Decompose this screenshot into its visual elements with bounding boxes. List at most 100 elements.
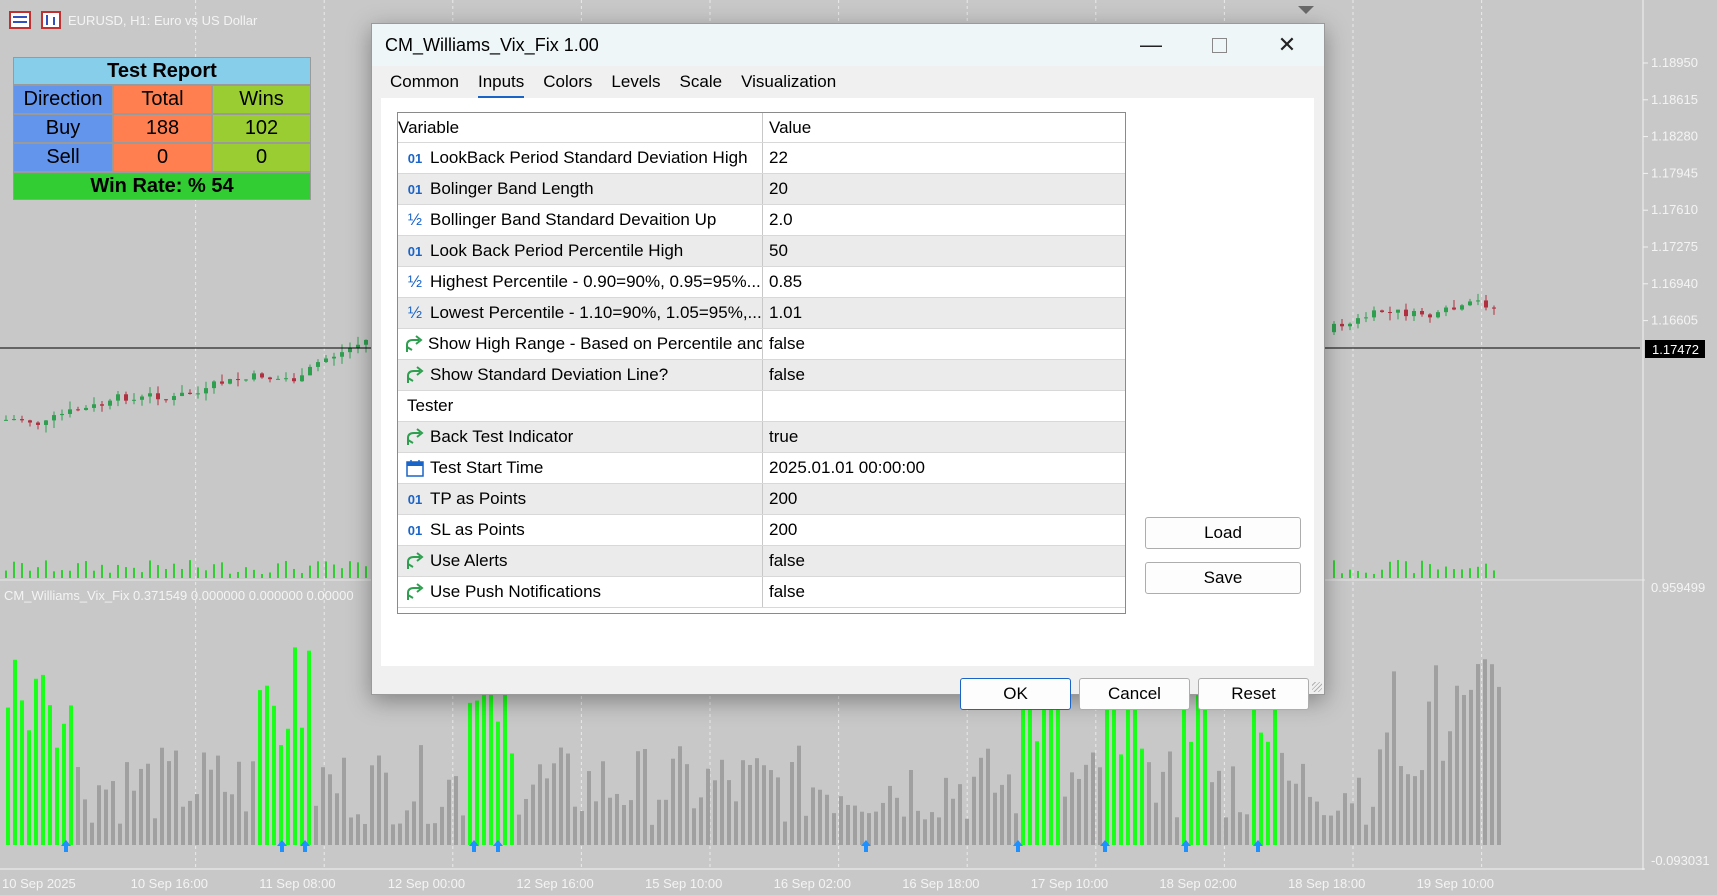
- tab-levels[interactable]: Levels: [602, 66, 670, 96]
- volume-bar: [253, 569, 255, 578]
- tab-inputs[interactable]: Inputs: [469, 66, 534, 98]
- indicator-bar: [741, 760, 745, 845]
- report-header-wins: Wins: [212, 85, 311, 114]
- candle: [260, 373, 264, 378]
- input-row[interactable]: Back Test Indicator true: [398, 421, 1125, 453]
- indicator-bar: [846, 804, 850, 845]
- indicator-bar: [1245, 814, 1249, 845]
- input-row[interactable]: Test Start Time 2025.01.01 00:00:00: [398, 452, 1125, 484]
- input-row[interactable]: 01 Look Back Period Percentile High 50: [398, 235, 1125, 267]
- input-row[interactable]: Use Alerts false: [398, 545, 1125, 577]
- input-value[interactable]: 50: [762, 235, 1125, 267]
- indicator-bar: [1070, 772, 1074, 845]
- candle: [292, 378, 296, 382]
- input-row[interactable]: Show High Range - Based on Percentile an…: [398, 328, 1125, 360]
- indicator-icon[interactable]: [41, 11, 61, 29]
- ok-button[interactable]: OK: [960, 678, 1071, 710]
- maximize-button[interactable]: [1185, 24, 1253, 66]
- input-row[interactable]: ½ Bollinger Band Standard Devaition Up 2.0: [398, 204, 1125, 236]
- indicator-bar: [622, 805, 626, 845]
- input-value[interactable]: 0.85: [762, 266, 1125, 298]
- input-row[interactable]: 01 LookBack Period Standard Deviation Hig…: [398, 142, 1125, 174]
- candle: [1364, 317, 1368, 319]
- indicator-bar: [517, 814, 521, 845]
- input-value[interactable]: 20: [762, 173, 1125, 205]
- input-value[interactable]: 2.0: [762, 204, 1125, 236]
- indicator-bar: [1147, 762, 1151, 845]
- input-row[interactable]: 01 TP as Points 200: [398, 483, 1125, 515]
- input-row[interactable]: Tester: [398, 390, 1125, 422]
- test-report-panel: Test Report Direction Total Wins Buy 188…: [13, 57, 311, 200]
- input-variable-name: Test Start Time: [430, 458, 544, 477]
- indicator-bar: [573, 806, 577, 845]
- input-value[interactable]: 1.01: [762, 297, 1125, 329]
- indicator-bar: [972, 776, 976, 845]
- input-value[interactable]: false: [762, 328, 1125, 360]
- input-variable-name: Lowest Percentile - 1.10=90%, 1.05=95%,.…: [430, 303, 762, 322]
- indicator-bar: [1119, 754, 1123, 845]
- column-header-value[interactable]: Value: [762, 113, 1125, 143]
- reset-button[interactable]: Reset: [1198, 678, 1309, 710]
- load-button[interactable]: Load: [1145, 517, 1301, 549]
- input-variable-name: Use Push Notifications: [430, 582, 602, 601]
- candle: [1356, 318, 1360, 324]
- input-value[interactable]: 2025.01.01 00:00:00: [762, 452, 1125, 484]
- indicator-bar: [384, 772, 388, 845]
- input-row[interactable]: Use Push Notifications false: [398, 576, 1125, 608]
- input-row[interactable]: Show Standard Deviation Line? false: [398, 359, 1125, 391]
- tab-scale[interactable]: Scale: [671, 66, 733, 96]
- report-header-direction: Direction: [13, 85, 113, 114]
- indicator-bar: [1273, 707, 1277, 845]
- symbol-icon[interactable]: [9, 11, 31, 29]
- column-header-variable[interactable]: Variable: [398, 113, 763, 143]
- minimize-button[interactable]: —: [1117, 24, 1185, 66]
- volume-bar: [1453, 569, 1455, 578]
- indicator-bar: [811, 787, 815, 845]
- candle: [300, 375, 304, 382]
- time-axis-label: 17 Sep 10:00: [1031, 876, 1108, 891]
- save-button[interactable]: Save: [1145, 562, 1301, 594]
- input-value[interactable]: true: [762, 421, 1125, 453]
- chart-title: EURUSD, H1: Euro vs US Dollar: [68, 13, 258, 28]
- time-axis-label: 16 Sep 18:00: [902, 876, 979, 891]
- input-value[interactable]: 200: [762, 514, 1125, 546]
- volume-bar: [77, 563, 79, 578]
- volume-bar: [245, 567, 247, 578]
- candle: [156, 393, 160, 400]
- tab-common[interactable]: Common: [381, 66, 469, 96]
- cancel-button[interactable]: Cancel: [1079, 678, 1190, 710]
- input-variable: Use Push Notifications: [398, 577, 762, 607]
- resize-grip-icon[interactable]: [1312, 682, 1322, 692]
- input-row[interactable]: 01 SL as Points 200: [398, 514, 1125, 546]
- dialog-title: CM_Williams_Vix_Fix 1.00: [385, 35, 599, 55]
- input-value[interactable]: 200: [762, 483, 1125, 515]
- input-value[interactable]: [762, 390, 1125, 422]
- input-row[interactable]: 01 Bolinger Band Length 20: [398, 173, 1125, 205]
- input-value[interactable]: false: [762, 359, 1125, 391]
- minimize-icon: —: [1140, 32, 1162, 57]
- report-win-rate: Win Rate: % 54: [13, 172, 311, 200]
- indicator-bar: [720, 759, 724, 845]
- price-axis-label: 1.16940: [1651, 276, 1698, 291]
- indicator-bar: [769, 770, 773, 845]
- int-icon: 01: [407, 243, 423, 259]
- dialog-titlebar[interactable]: CM_Williams_Vix_Fix 1.00 — ✕: [372, 24, 1324, 66]
- indicator-bar: [1364, 824, 1368, 845]
- volume-bar: [1437, 569, 1439, 578]
- inputs-page: Variable Value 01 LookBack Period Standar…: [381, 98, 1314, 666]
- input-row[interactable]: ½ Highest Percentile - 0.90=90%, 0.95=95%…: [398, 266, 1125, 298]
- input-variable-name: Show Standard Deviation Line?: [430, 365, 669, 384]
- tab-colors[interactable]: Colors: [534, 66, 602, 96]
- indicator-bar: [216, 755, 220, 845]
- input-variable: 01 TP as Points: [398, 484, 762, 514]
- indicator-bar: [1189, 741, 1193, 845]
- input-value[interactable]: false: [762, 576, 1125, 608]
- tab-visualization[interactable]: Visualization: [732, 66, 846, 96]
- indicator-bar: [34, 678, 38, 845]
- close-button[interactable]: ✕: [1253, 24, 1321, 66]
- input-row[interactable]: ½ Lowest Percentile - 1.10=90%, 1.05=95%,…: [398, 297, 1125, 329]
- input-value[interactable]: 22: [762, 142, 1125, 174]
- input-value[interactable]: false: [762, 545, 1125, 577]
- indicator-bar: [104, 789, 108, 845]
- indicator-bar: [167, 761, 171, 845]
